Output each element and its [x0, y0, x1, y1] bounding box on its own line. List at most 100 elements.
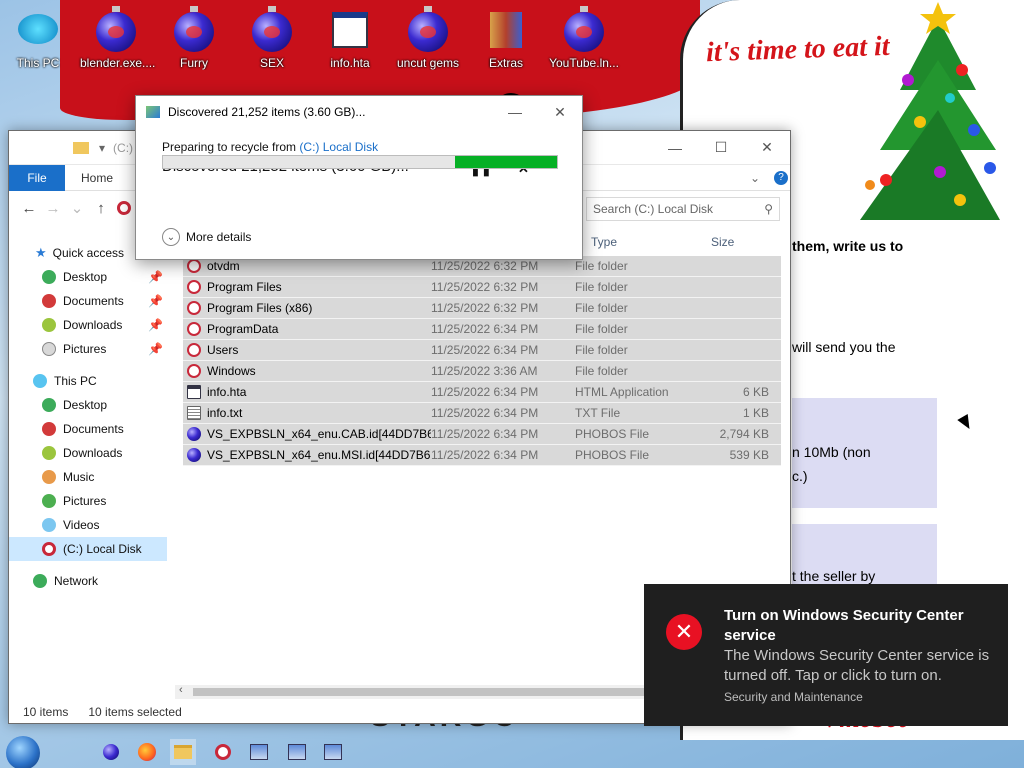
close-button[interactable]: ✕: [744, 131, 790, 165]
desktop-icon-furry-geeks[interactable]: Furry Geeks.lnk.id...: [158, 6, 230, 70]
sidebar-item-label: (C:) Local Disk: [63, 542, 142, 556]
table-row[interactable]: info.hta 11/25/2022 6:34 PM HTML Applicati…: [183, 382, 781, 403]
folder-icon: [486, 8, 526, 52]
file-name: Users: [207, 343, 239, 357]
table-row[interactable]: ProgramData 11/25/2022 6:34 PM File folder: [183, 319, 781, 340]
table-row[interactable]: Program Files 11/25/2022 6:32 PM File fold…: [183, 277, 781, 298]
more-details-button[interactable]: ⌄ More details: [162, 228, 251, 246]
desktop-icon-info-hta[interactable]: info.hta: [314, 8, 386, 70]
file-name: VS_EXPBSLN_x64_enu.MSI.id[44DD7B6E-...: [207, 448, 431, 462]
sidebar-item-label: Videos: [63, 518, 100, 532]
sidebar-item-pictures[interactable]: Pictures 📌: [9, 337, 167, 361]
dialog-title: Discovered 21,252 items (3.60 GB)...: [168, 105, 366, 119]
start-button[interactable]: [6, 736, 40, 768]
sidebar-item-label: Downloads: [63, 446, 123, 460]
sidebar-item-this-pc[interactable]: This PC: [9, 369, 167, 393]
forward-arrow-icon[interactable]: →: [41, 196, 65, 220]
sidebar-item-documents[interactable]: Documents: [9, 417, 167, 441]
pin-icon[interactable]: 📌: [148, 270, 163, 284]
file-name-cell: info.hta: [183, 385, 431, 399]
desktop-icon-blender[interactable]: blender.exe....: [80, 6, 155, 70]
search-input[interactable]: Search (C:) Local Disk ⚲: [586, 197, 780, 221]
file-type: PHOBOS File: [575, 427, 650, 441]
file-name-cell: info.txt: [183, 406, 431, 420]
table-row[interactable]: Program Files (x86) 11/25/2022 6:32 PM Fil…: [183, 298, 781, 319]
table-row[interactable]: VS_EXPBSLN_x64_enu.MSI.id[44DD7B6E-... 11…: [183, 445, 781, 466]
table-row[interactable]: Windows 11/25/2022 3:36 AM File folder: [183, 361, 781, 382]
selected-count: 10 items selected: [88, 705, 182, 719]
file-type: File folder: [575, 343, 628, 357]
tab-file[interactable]: File: [9, 164, 65, 191]
dialog-titlebar[interactable]: Discovered 21,252 items (3.60 GB)... — ✕: [136, 96, 582, 128]
app-taskbar-icon[interactable]: [320, 739, 346, 765]
progress-bar: [162, 155, 558, 169]
sidebar-item-videos[interactable]: Videos: [9, 513, 167, 537]
monitor-icon: [18, 8, 58, 52]
file-name-cell: ProgramData: [183, 322, 431, 336]
pin-icon[interactable]: 📌: [148, 342, 163, 356]
recycle-taskbar-icon[interactable]: [210, 739, 236, 765]
chevron-down-icon[interactable]: ⌄: [65, 196, 89, 220]
sidebar-item-pictures[interactable]: Pictures: [9, 489, 167, 513]
file-explorer-taskbar-icon[interactable]: [170, 739, 196, 765]
chevron-down-icon[interactable]: ⌄: [750, 171, 760, 185]
chevron-down-icon[interactable]: ▾: [99, 141, 105, 155]
desktop-icon-youtube[interactable]: YouTube.ln...: [548, 6, 620, 70]
file-name: Program Files: [207, 280, 282, 294]
help-icon[interactable]: ?: [774, 170, 788, 185]
christmas-tree-icon: [860, 2, 1000, 220]
source-drive-link[interactable]: (C:) Local Disk: [299, 140, 378, 154]
column-header-type[interactable]: Type: [591, 229, 617, 255]
app-taskbar-icon[interactable]: [284, 739, 310, 765]
file-type: File folder: [575, 280, 628, 294]
tab-home[interactable]: Home: [65, 171, 129, 185]
app-taskbar-icon[interactable]: [246, 739, 272, 765]
up-arrow-icon[interactable]: ↑: [89, 196, 113, 220]
close-button[interactable]: ✕: [538, 95, 582, 129]
sidebar-item-documents[interactable]: Documents 📌: [9, 289, 167, 313]
taskbar-ornament-icon[interactable]: [98, 739, 124, 765]
sidebar-item-music[interactable]: Music: [9, 465, 167, 489]
desktop-icon-label: YouTube.ln...: [549, 56, 619, 70]
back-arrow-icon[interactable]: ←: [17, 196, 41, 220]
file-size: 6 KB: [742, 385, 769, 399]
scroll-left-icon[interactable]: ‹: [179, 684, 183, 696]
minimize-button[interactable]: —: [652, 131, 698, 165]
recycle-progress-dialog[interactable]: Discovered 21,252 items (3.60 GB)... — ✕…: [135, 95, 583, 260]
pin-icon[interactable]: 📌: [148, 318, 163, 332]
sidebar-item-downloads[interactable]: Downloads 📌: [9, 313, 167, 337]
sidebar-item-desktop[interactable]: Desktop: [9, 393, 167, 417]
security-notification-toast[interactable]: ✕ Turn on Windows Security Center servic…: [644, 584, 1008, 726]
desktop-icon-sex-editor[interactable]: SEX EDITOR.lnk.i...: [236, 6, 308, 70]
table-row[interactable]: info.txt 11/25/2022 6:34 PM TXT File 1 KB: [183, 403, 781, 424]
star-icon: ★: [35, 245, 47, 260]
downloads-icon: [42, 446, 56, 460]
scrollbar-thumb[interactable]: [193, 688, 663, 696]
maximize-button[interactable]: ☐: [698, 131, 744, 165]
pin-icon[interactable]: 📌: [148, 294, 163, 308]
sidebar-item-desktop[interactable]: Desktop 📌: [9, 265, 167, 289]
file-type: File folder: [575, 364, 628, 378]
sidebar-item-label: Music: [63, 470, 95, 484]
file-date: 11/25/2022 6:32 PM: [431, 259, 539, 273]
file-date: 11/25/2022 6:34 PM: [431, 322, 539, 336]
table-row[interactable]: Users 11/25/2022 6:34 PM File folder: [183, 340, 781, 361]
desktop-icon-label: uncut gems hindi.lnk.id...: [396, 56, 460, 70]
desktop-icon-label: SEX EDITOR.lnk.i...: [259, 56, 284, 70]
desktop-icon-extras[interactable]: Extras: [470, 8, 542, 70]
desktop-icon-label: Extras: [488, 56, 523, 70]
firefox-icon[interactable]: [134, 739, 160, 765]
desktop-icon-this-pc[interactable]: This PC: [2, 8, 74, 70]
minimize-button[interactable]: —: [492, 95, 538, 129]
sidebar-item-label: Documents: [63, 422, 124, 436]
sidebar-item-network[interactable]: Network: [9, 569, 167, 593]
sidebar-item-downloads[interactable]: Downloads: [9, 441, 167, 465]
pictures-icon: [42, 494, 56, 508]
desktop-icon-uncut-gems[interactable]: uncut gems hindi.lnk.id...: [392, 6, 464, 70]
column-header-size[interactable]: Size: [711, 229, 734, 255]
pictures-icon: [42, 342, 56, 356]
desktop-icon-label: Furry Geeks.lnk.id...: [180, 56, 208, 70]
file-type: File folder: [575, 301, 628, 315]
table-row[interactable]: VS_EXPBSLN_x64_enu.CAB.id[44DD7B6E-... 11…: [183, 424, 781, 445]
sidebar-item-local-disk[interactable]: (C:) Local Disk: [9, 537, 167, 561]
